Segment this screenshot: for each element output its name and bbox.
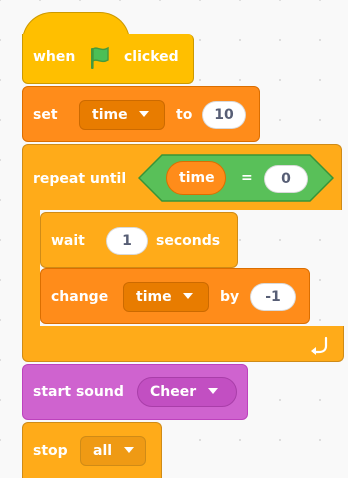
wait-label: wait — [51, 233, 85, 249]
repeat-until-label: repeat until — [33, 171, 127, 187]
repeat-until-block-arm[interactable] — [22, 208, 40, 330]
set-label: set — [33, 107, 58, 123]
wait-value-text: 1 — [122, 233, 132, 249]
sound-name: Cheer — [150, 384, 197, 400]
when-label: when — [33, 49, 76, 65]
chevron-down-icon — [139, 111, 150, 117]
equals-sign: = — [241, 170, 253, 186]
change-value-text: -1 — [265, 289, 281, 305]
by-label: by — [220, 289, 240, 305]
repeat-until-block-bottom[interactable] — [22, 326, 344, 362]
change-variable-name: time — [136, 289, 172, 305]
to-label: to — [176, 107, 193, 123]
wait-value-input[interactable]: 1 — [106, 227, 148, 255]
chevron-down-icon — [123, 447, 134, 453]
clicked-label: clicked — [124, 49, 179, 65]
condition-left-label: time — [179, 170, 215, 186]
start-sound-label: start sound — [33, 384, 124, 400]
stop-option-dropdown[interactable]: all — [80, 436, 146, 466]
green-flag-icon — [86, 44, 114, 72]
change-value-input[interactable]: -1 — [250, 283, 296, 311]
stop-option-name: all — [93, 443, 113, 459]
set-value-text: 10 — [214, 107, 234, 123]
loop-arrow-icon — [309, 334, 331, 356]
seconds-label: seconds — [156, 233, 221, 249]
stop-label: stop — [33, 443, 68, 459]
set-value-input[interactable]: 10 — [202, 101, 246, 129]
chevron-down-icon — [208, 388, 219, 394]
chevron-down-icon — [183, 293, 194, 299]
condition-right-input[interactable]: 0 — [264, 165, 308, 193]
set-variable-dropdown[interactable]: time — [79, 100, 165, 130]
change-variable-dropdown[interactable]: time — [123, 282, 209, 312]
sound-dropdown[interactable]: Cheer — [137, 377, 237, 407]
set-variable-name: time — [92, 107, 128, 123]
condition-right-text: 0 — [281, 171, 291, 187]
change-label: change — [51, 289, 109, 305]
